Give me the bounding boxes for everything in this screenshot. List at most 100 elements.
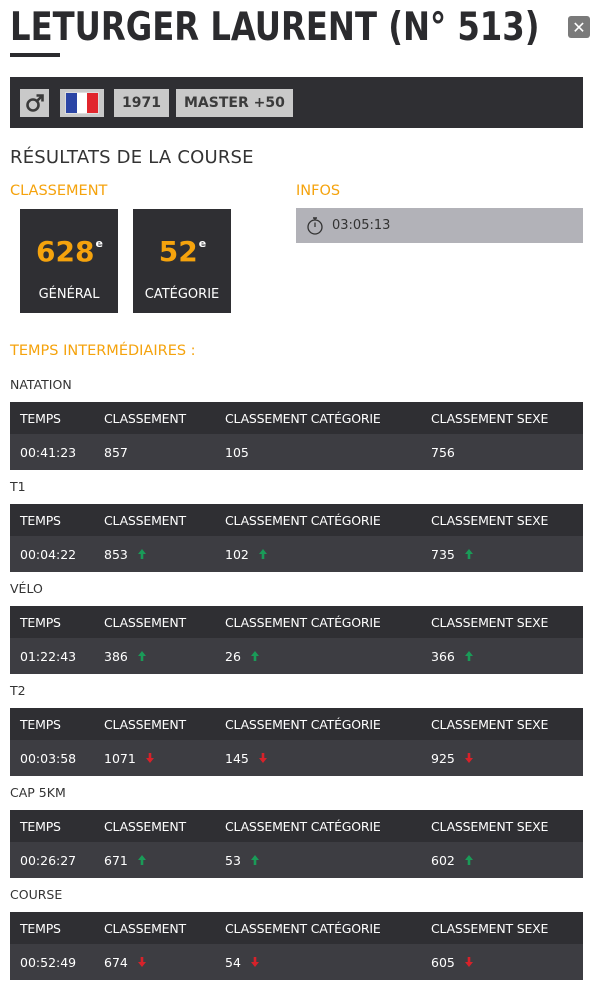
athlete-info-bar: 1971 MASTER +50 [10, 77, 583, 128]
column-header: CLASSEMENT [104, 512, 186, 528]
category-rank-box: 52e CATÉGORIE [133, 209, 231, 313]
split-name: T1 [10, 479, 26, 494]
table-cell-cat: 145 [225, 740, 267, 776]
split-table-header: TEMPS CLASSEMENT CLASSEMENT CATÉGORIE CLASS… [10, 606, 583, 638]
split-table: TEMPS CLASSEMENT CLASSEMENT CATÉGORIE CLASS… [10, 504, 583, 572]
column-header: CLASSEMENT CATÉGORIE [225, 920, 381, 936]
table-cell-sex: 756 [431, 444, 455, 460]
arrow-down-icon [137, 957, 146, 967]
general-rank-box: 628e GÉNÉRAL [20, 209, 118, 313]
arrow-up-icon [464, 651, 473, 661]
column-header: CLASSEMENT CATÉGORIE [225, 818, 381, 834]
male-icon [20, 89, 49, 117]
column-header: TEMPS [20, 512, 61, 528]
arrow-up-icon [137, 651, 146, 661]
arrow-down-icon [464, 957, 473, 967]
table-cell-time: 00:52:49 [20, 954, 77, 970]
total-time: 03:05:13 [332, 218, 391, 233]
split-table-header: TEMPS CLASSEMENT CLASSEMENT CATÉGORIE CLASS… [10, 504, 583, 536]
arrow-up-icon [137, 855, 146, 865]
france-flag-icon [60, 89, 104, 117]
results-heading: RÉSULTATS DE LA COURSE [10, 147, 254, 168]
arrow-down-icon [250, 957, 259, 967]
stopwatch-icon [307, 216, 323, 235]
table-row: 01:22:43 386 26 366 [10, 638, 583, 674]
table-cell-cat: 53 [225, 842, 259, 878]
table-cell-time: 00:41:23 [20, 444, 77, 460]
column-header: CLASSEMENT [104, 614, 186, 630]
infos-total-time: 03:05:13 [296, 208, 583, 243]
column-header: CLASSEMENT CATÉGORIE [225, 410, 381, 426]
arrow-up-icon [137, 549, 146, 559]
arrow-down-icon [464, 753, 473, 763]
arrow-down-icon [258, 753, 267, 763]
table-cell-sex: 735 [431, 536, 473, 572]
arrow-up-icon [250, 855, 259, 865]
table-cell-sex: 925 [431, 740, 473, 776]
split-table: TEMPS CLASSEMENT CLASSEMENT CATÉGORIE CLASS… [10, 402, 583, 470]
column-header: TEMPS [20, 614, 61, 630]
table-cell-time: 00:04:22 [20, 546, 77, 562]
split-table-header: TEMPS CLASSEMENT CLASSEMENT CATÉGORIE CLASS… [10, 912, 583, 944]
table-row: 00:04:22 853 102 735 [10, 536, 583, 572]
table-cell-time: 00:26:27 [20, 852, 77, 868]
split-name: T2 [10, 683, 26, 698]
column-header: CLASSEMENT SEXE [431, 512, 549, 528]
arrow-up-icon [464, 549, 473, 559]
page-title: LETURGER LAURENT (N° 513) [10, 5, 540, 50]
table-cell-cat: 54 [225, 944, 259, 980]
category-rank-label: CATÉGORIE [144, 287, 220, 302]
general-rank-label: GÉNÉRAL [38, 287, 100, 302]
title-underline [10, 53, 60, 57]
column-header: CLASSEMENT SEXE [431, 716, 549, 732]
split-table-header: TEMPS CLASSEMENT CLASSEMENT CATÉGORIE CLASS… [10, 402, 583, 434]
table-cell-rank: 674 [104, 944, 146, 980]
infos-label: INFOS [296, 183, 341, 199]
birth-year-badge: 1971 [114, 89, 169, 117]
table-cell-time: 00:03:58 [20, 750, 77, 766]
arrow-up-icon [464, 855, 473, 865]
table-row: 00:03:58 1071 145 925 [10, 740, 583, 776]
table-cell-rank: 857 [104, 444, 128, 460]
column-header: CLASSEMENT [104, 920, 186, 936]
category-badge: MASTER +50 [176, 89, 293, 117]
table-cell-cat: 105 [225, 444, 249, 460]
arrow-up-icon [250, 651, 259, 661]
table-cell-cat: 26 [225, 638, 259, 674]
column-header: CLASSEMENT SEXE [431, 410, 549, 426]
ranking-label: CLASSEMENT [10, 183, 108, 199]
table-cell-sex: 366 [431, 638, 473, 674]
close-icon[interactable]: ✕ [568, 16, 590, 38]
split-table: TEMPS CLASSEMENT CLASSEMENT CATÉGORIE CLASS… [10, 708, 583, 776]
split-name: NATATION [10, 377, 72, 392]
column-header: TEMPS [20, 818, 61, 834]
category-rank-value: 52e [158, 235, 207, 268]
split-name: VÉLO [10, 581, 43, 596]
table-cell-sex: 602 [431, 842, 473, 878]
column-header: TEMPS [20, 410, 61, 426]
flag-blue [66, 93, 77, 113]
table-row: 00:26:27 671 53 602 [10, 842, 583, 878]
general-rank-suffix: e [95, 237, 103, 250]
column-header: CLASSEMENT CATÉGORIE [225, 716, 381, 732]
split-table: TEMPS CLASSEMENT CLASSEMENT CATÉGORIE CLASS… [10, 912, 583, 980]
column-header: CLASSEMENT CATÉGORIE [225, 512, 381, 528]
table-row: 00:52:49 674 54 605 [10, 944, 583, 980]
column-header: CLASSEMENT CATÉGORIE [225, 614, 381, 630]
column-header: CLASSEMENT [104, 818, 186, 834]
column-header: CLASSEMENT SEXE [431, 818, 549, 834]
split-table: TEMPS CLASSEMENT CLASSEMENT CATÉGORIE CLASS… [10, 810, 583, 878]
table-cell-rank: 853 [104, 536, 146, 572]
table-cell-sex: 605 [431, 944, 473, 980]
table-cell-rank: 1071 [104, 740, 154, 776]
table-cell-time: 01:22:43 [20, 648, 77, 664]
splits-heading: TEMPS INTERMÉDIAIRES : [10, 343, 196, 359]
split-name: CAP 5KM [10, 785, 66, 800]
table-cell-rank: 671 [104, 842, 146, 878]
column-header: CLASSEMENT SEXE [431, 920, 549, 936]
split-table-header: TEMPS CLASSEMENT CLASSEMENT CATÉGORIE CLASS… [10, 810, 583, 842]
arrow-up-icon [258, 549, 267, 559]
table-cell-cat: 102 [225, 536, 267, 572]
table-cell-rank: 386 [104, 638, 146, 674]
category-rank-suffix: e [198, 237, 207, 250]
